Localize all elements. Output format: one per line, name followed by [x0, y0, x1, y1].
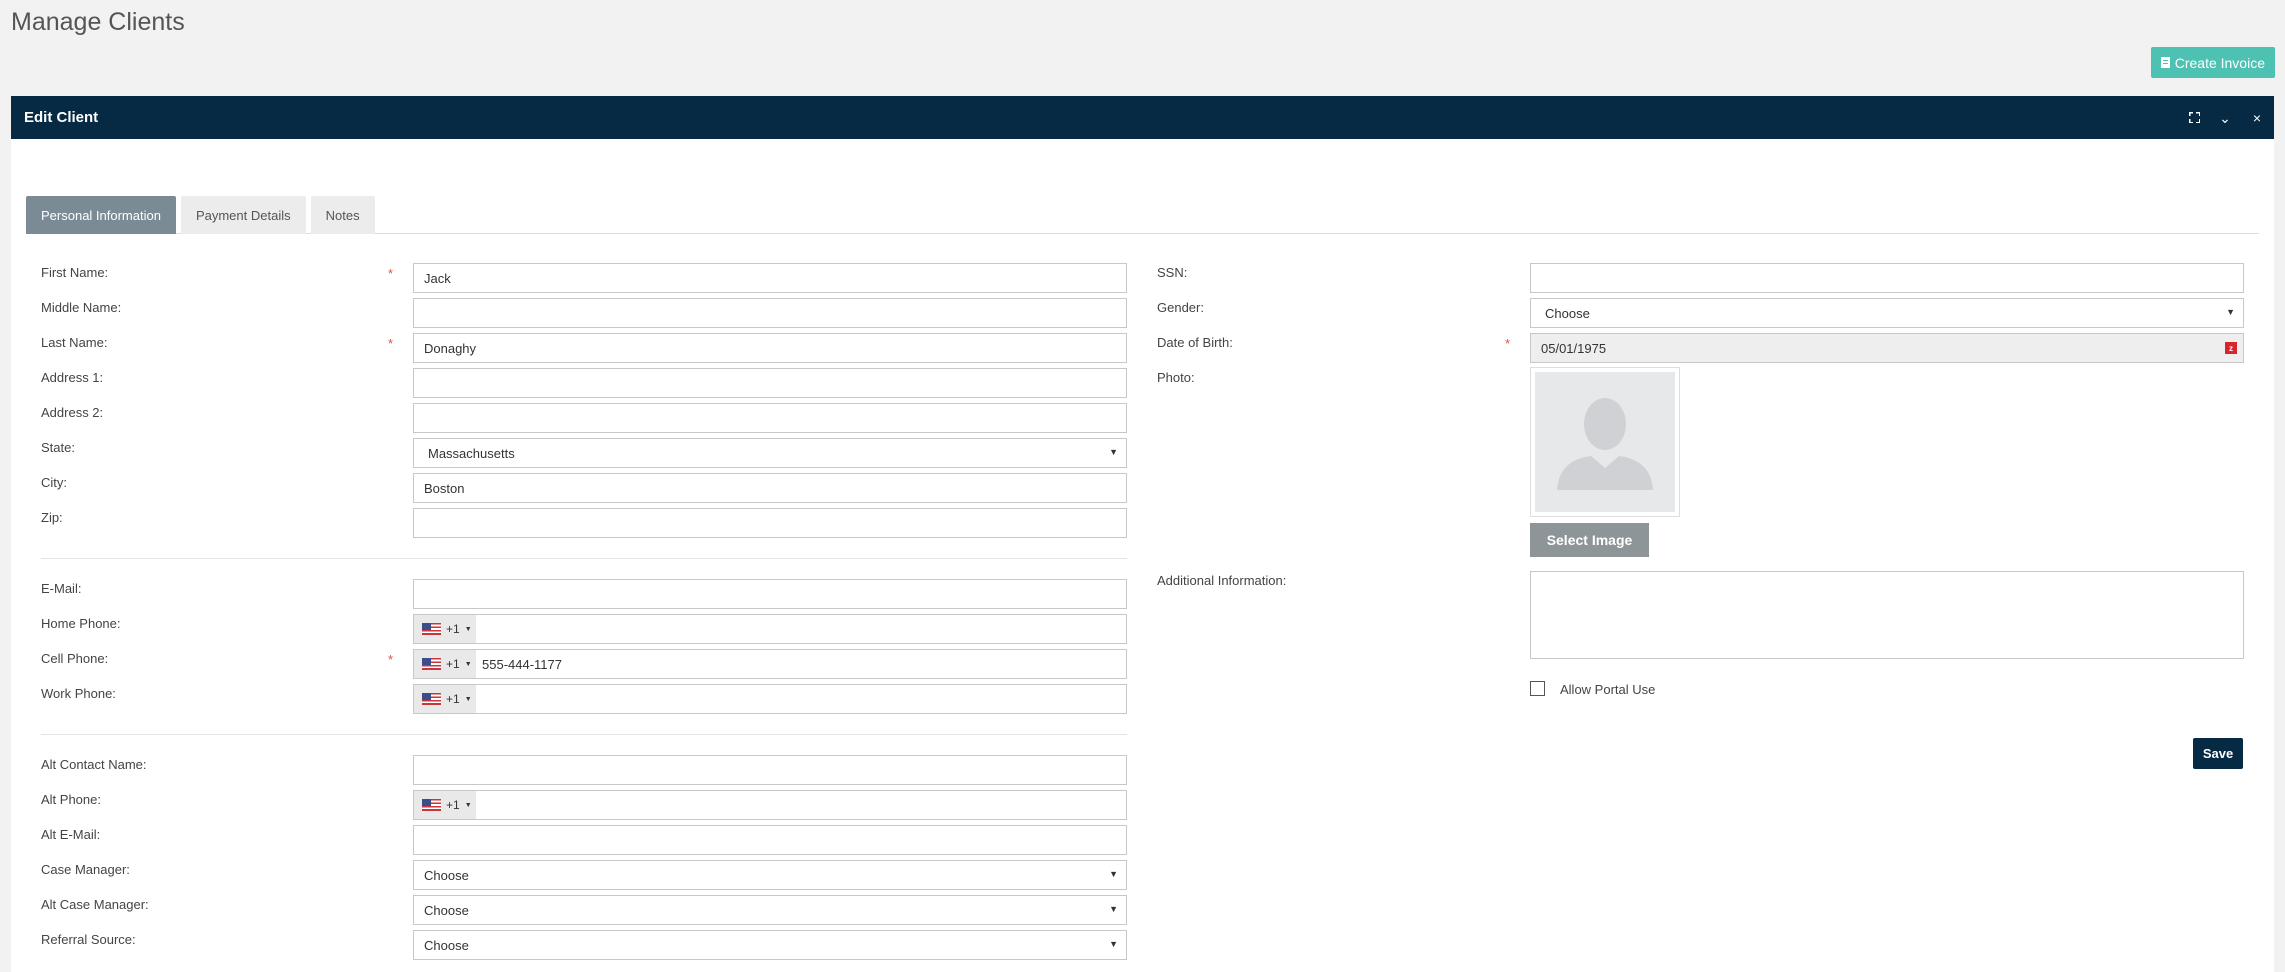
address1-label: Address 1:	[41, 370, 104, 385]
required-mark: *	[388, 336, 394, 351]
alt-email-label: Alt E-Mail:	[41, 827, 101, 842]
country-code-select[interactable]: +1 ▼	[414, 685, 476, 713]
address1-input[interactable]	[413, 368, 1127, 398]
expand-icon[interactable]	[2189, 112, 2200, 123]
alt-case-manager-label: Alt Case Manager:	[41, 897, 149, 912]
section-divider	[41, 558, 1127, 559]
middle-name-label: Middle Name:	[41, 300, 122, 315]
first-name-input[interactable]: Jack	[413, 263, 1127, 293]
first-name-label: First Name:	[41, 265, 109, 280]
document-icon	[2160, 57, 2170, 68]
panel-header: Edit Client ⌄ ×	[11, 96, 2274, 139]
country-code-select[interactable]: +1 ▼	[414, 650, 476, 678]
last-name-label: Last Name:	[41, 335, 108, 350]
address2-label: Address 2:	[41, 405, 104, 420]
required-mark: *	[388, 652, 394, 667]
alt-case-manager-select[interactable]: Choose ▼	[413, 895, 1127, 925]
tab-payment-details[interactable]: Payment Details	[180, 196, 306, 234]
alt-contact-name-input[interactable]	[413, 755, 1127, 785]
email-label: E-Mail:	[41, 581, 82, 596]
last-name-value: Donaghy	[424, 340, 477, 356]
state-value: Massachusetts	[428, 445, 515, 461]
ssn-label: SSN:	[1157, 265, 1188, 280]
dob-value: 05/01/1975	[1541, 340, 1607, 356]
zip-input[interactable]	[413, 508, 1127, 538]
tab-notes[interactable]: Notes	[310, 196, 375, 234]
photo-label: Photo:	[1157, 370, 1195, 385]
photo-preview	[1530, 367, 1680, 517]
first-name-value: Jack	[424, 270, 451, 286]
save-button[interactable]: Save	[2193, 738, 2243, 769]
cell-phone-label: Cell Phone:	[41, 651, 109, 666]
caret-down-icon: ▼	[464, 625, 472, 633]
allow-portal-checkbox[interactable]	[1530, 681, 1545, 696]
tab-personal-information[interactable]: Personal Information	[26, 196, 176, 234]
additional-info-textarea[interactable]	[1530, 571, 2244, 659]
home-phone-label: Home Phone:	[41, 616, 121, 631]
allow-portal-label: Allow Portal Use	[1560, 682, 1656, 697]
required-mark: *	[1505, 336, 1511, 351]
work-phone-input[interactable]: +1 ▼	[413, 684, 1127, 714]
required-mark: *	[388, 266, 394, 281]
work-phone-label: Work Phone:	[41, 686, 116, 701]
panel-title: Edit Client	[24, 109, 99, 126]
tab-bar: Personal Information Payment Details Not…	[26, 196, 2259, 234]
avatar-placeholder-icon	[1535, 372, 1675, 512]
caret-down-icon: ▼	[1109, 869, 1118, 879]
state-label: State:	[41, 440, 75, 455]
gender-select[interactable]: Choose ▼	[1530, 298, 2244, 328]
alt-phone-label: Alt Phone:	[41, 792, 101, 807]
us-flag-icon	[422, 693, 441, 705]
select-image-button[interactable]: Select Image	[1530, 523, 1649, 557]
cell-phone-value: 555-444-1177	[482, 656, 562, 672]
country-code-select[interactable]: +1 ▼	[414, 791, 476, 819]
us-flag-icon	[422, 658, 441, 670]
city-input[interactable]: Boston	[413, 473, 1127, 503]
alt-email-input[interactable]	[413, 825, 1127, 855]
city-value: Boston	[424, 480, 465, 496]
case-manager-select[interactable]: Choose ▼	[413, 860, 1127, 890]
additional-info-label: Additional Information:	[1157, 573, 1287, 588]
dob-input[interactable]: 05/01/1975 z	[1530, 333, 2244, 363]
zip-label: Zip:	[41, 510, 63, 525]
address2-input[interactable]	[413, 403, 1127, 433]
caret-down-icon: ▼	[464, 801, 472, 809]
referral-source-label: Referral Source:	[41, 932, 136, 947]
gender-label: Gender:	[1157, 300, 1204, 315]
create-invoice-label: Create Invoice	[2174, 54, 2265, 71]
dob-label: Date of Birth:	[1157, 335, 1233, 350]
case-manager-label: Case Manager:	[41, 862, 130, 877]
cell-phone-input[interactable]: +1 ▼ 555-444-1177	[413, 649, 1127, 679]
caret-down-icon: ▼	[1109, 447, 1118, 457]
city-label: City:	[41, 475, 67, 490]
caret-down-icon: ▼	[1109, 904, 1118, 914]
panel-controls: ⌄ ×	[2189, 96, 2264, 139]
referral-source-select[interactable]: Choose ▼	[413, 930, 1127, 960]
alt-contact-name-label: Alt Contact Name:	[41, 757, 147, 772]
us-flag-icon	[422, 799, 441, 811]
country-code-select[interactable]: +1 ▼	[414, 615, 476, 643]
page-title: Manage Clients	[11, 8, 185, 36]
alt-phone-input[interactable]: +1 ▼	[413, 790, 1127, 820]
section-divider	[41, 734, 1127, 735]
caret-down-icon: ▼	[2226, 307, 2235, 317]
caret-down-icon: ▼	[464, 660, 472, 668]
calendar-icon[interactable]: z	[2225, 342, 2237, 354]
ssn-input[interactable]	[1530, 263, 2244, 293]
last-name-input[interactable]: Donaghy	[413, 333, 1127, 363]
email-input[interactable]	[413, 579, 1127, 609]
caret-down-icon: ▼	[464, 695, 472, 703]
caret-down-icon: ▼	[1109, 939, 1118, 949]
state-select[interactable]: Massachusetts ▼	[413, 438, 1127, 468]
home-phone-input[interactable]: +1 ▼	[413, 614, 1127, 644]
create-invoice-button[interactable]: Create Invoice	[2150, 47, 2275, 78]
middle-name-input[interactable]	[413, 298, 1127, 328]
close-icon[interactable]: ×	[2250, 111, 2264, 125]
collapse-icon[interactable]: ⌄	[2218, 111, 2232, 125]
us-flag-icon	[422, 623, 441, 635]
